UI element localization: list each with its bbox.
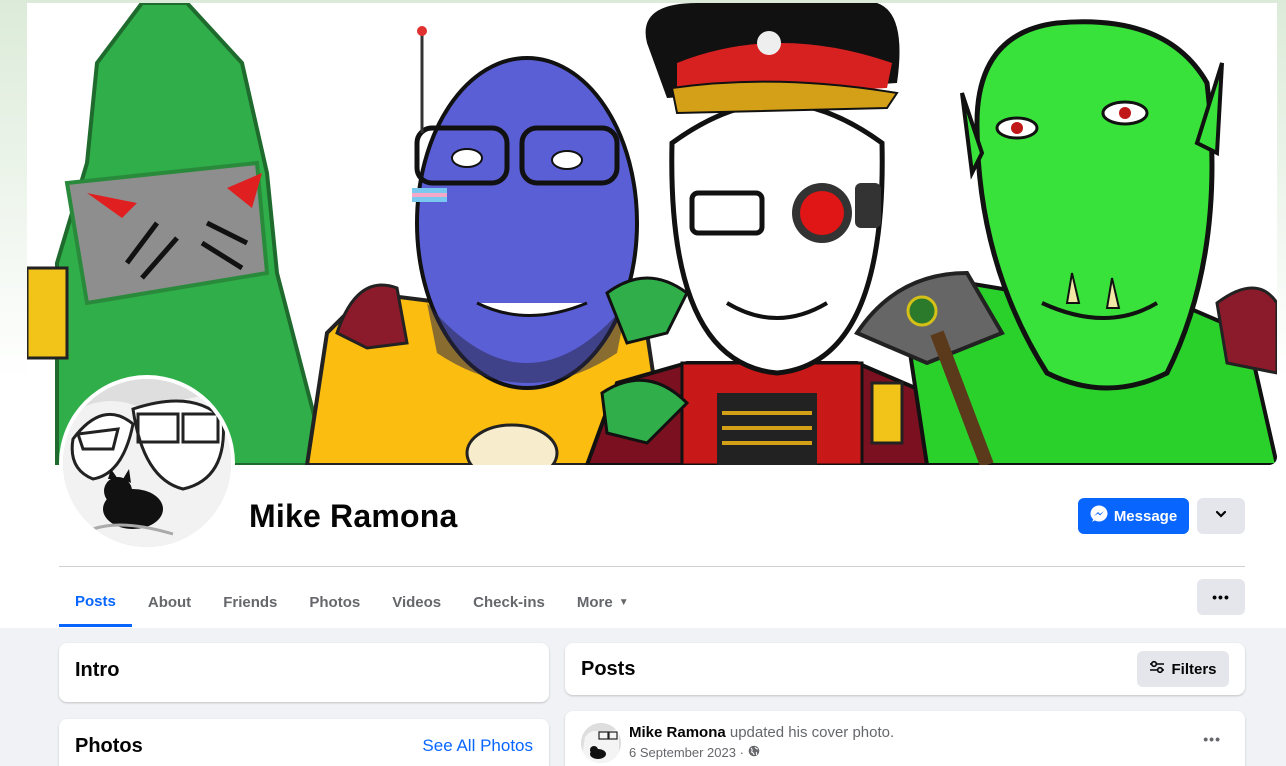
posts-title: Posts	[581, 658, 636, 680]
post-date[interactable]: 6 September 2023 ·	[629, 745, 744, 760]
tab-label: Friends	[223, 593, 278, 611]
tab-about[interactable]: About	[132, 578, 207, 626]
filters-icon	[1149, 660, 1165, 678]
photos-title: Photos	[75, 735, 143, 757]
post-options-button[interactable]: •••	[1203, 731, 1221, 747]
tab-more[interactable]: More ▼	[561, 578, 645, 626]
profile-picture-image	[63, 379, 231, 547]
ellipsis-icon: •••	[1212, 589, 1230, 605]
posts-header-card: Posts Filters	[565, 643, 1245, 695]
profile-name: Mike Ramona	[249, 498, 458, 534]
photos-card: Photos See All Photos	[59, 719, 549, 766]
tab-videos[interactable]: Videos	[376, 578, 457, 626]
globe-icon	[748, 745, 760, 760]
tab-label: More	[576, 593, 613, 611]
tab-photos[interactable]: Photos	[293, 578, 376, 626]
profile-actions-dropdown-button[interactable]	[1197, 498, 1245, 534]
messenger-icon	[1090, 505, 1108, 527]
chevron-down-icon	[1214, 507, 1228, 526]
cover-photo[interactable]	[27, 3, 1277, 465]
caret-down-icon: ▼	[618, 596, 629, 608]
message-button-label: Message	[1113, 507, 1178, 525]
see-all-photos-link[interactable]: See All Photos	[422, 736, 533, 756]
intro-card: Intro	[59, 643, 549, 702]
post-card: Mike Ramona updated his cover photo. 6 S…	[565, 711, 1245, 766]
header-divider	[59, 566, 1245, 567]
intro-title: Intro	[75, 659, 120, 681]
post-author-name[interactable]: Mike Ramona	[629, 724, 726, 741]
post-header-text: Mike Ramona updated his cover photo.	[629, 724, 894, 741]
post-author-avatar[interactable]	[581, 723, 621, 763]
tab-label: Photos	[309, 593, 361, 611]
tab-label: About	[147, 593, 192, 611]
tab-label: Posts	[75, 592, 116, 610]
tab-check-ins[interactable]: Check-ins	[457, 578, 561, 626]
ellipsis-icon: •••	[1203, 731, 1221, 747]
tab-posts[interactable]: Posts	[59, 578, 132, 627]
message-button[interactable]: Message	[1078, 498, 1189, 534]
tab-label: Videos	[392, 593, 442, 611]
tab-friends[interactable]: Friends	[207, 578, 293, 626]
post-action-text: updated his cover photo.	[729, 724, 895, 741]
tab-label: Check-ins	[473, 593, 545, 611]
profile-picture[interactable]	[59, 375, 235, 551]
profile-more-options-button[interactable]: •••	[1197, 579, 1245, 615]
filters-button[interactable]: Filters	[1137, 651, 1229, 687]
post-meta: 6 September 2023 ·	[629, 745, 760, 760]
profile-tabs: Posts About Friends Photos Videos Check-…	[59, 578, 645, 628]
filters-button-label: Filters	[1171, 660, 1217, 678]
